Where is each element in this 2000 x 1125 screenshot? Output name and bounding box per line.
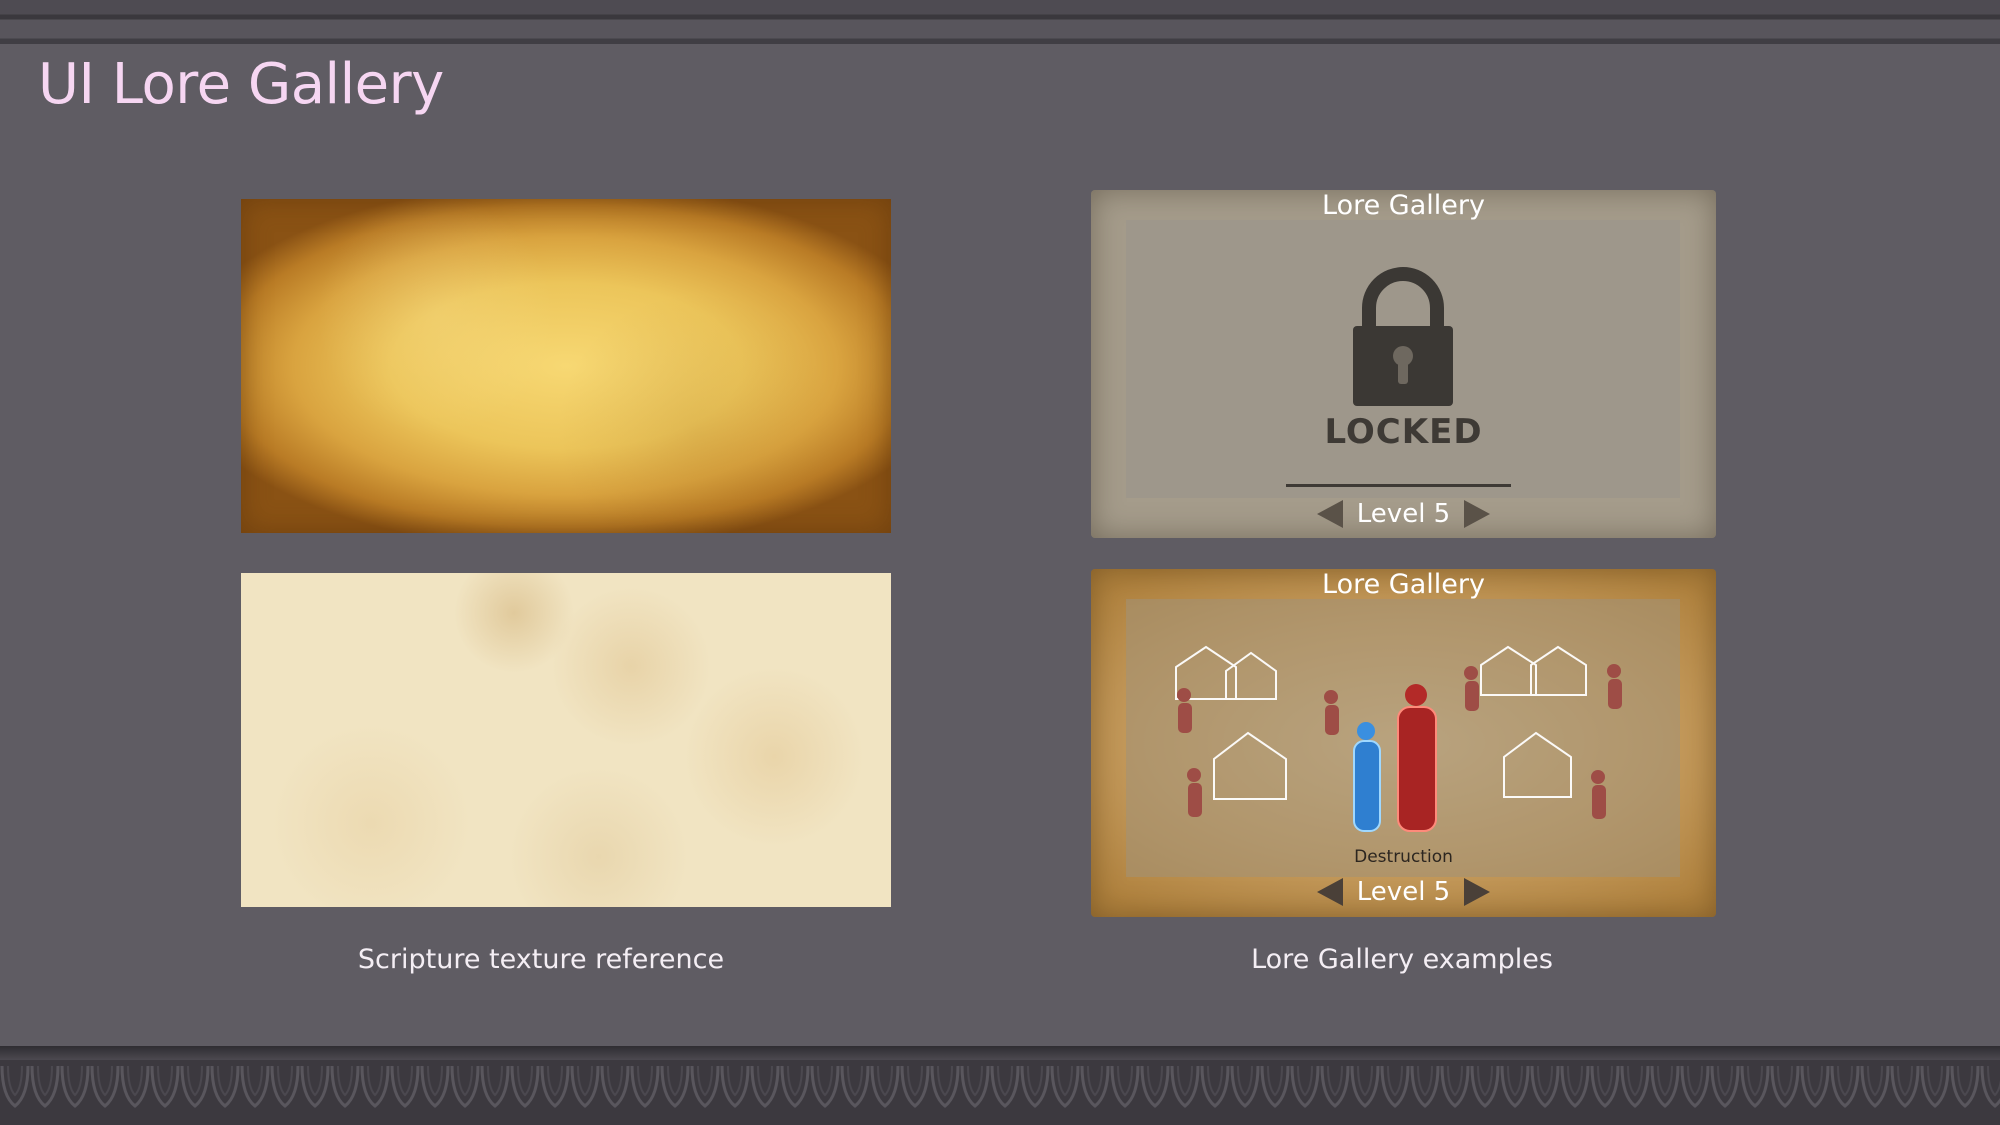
scalloped-trim-ornament (0, 1062, 2000, 1125)
texture-reference-caption: Scripture texture reference (357, 944, 725, 975)
previous-level-arrow-icon[interactable] (1316, 499, 1343, 528)
parchment-texture-image (241, 573, 891, 907)
previous-level-arrow-icon[interactable] (1316, 877, 1343, 906)
bottom-frame-border (0, 1046, 2000, 1125)
card-title: Lore Gallery (1322, 569, 1485, 600)
bottom-frame-band (0, 1046, 2000, 1060)
lore-gallery-unlocked-card: Lore Gallery Destruction Level 5 (1091, 569, 1716, 917)
page-title: UI Lore Gallery (38, 52, 444, 117)
level-selector: Level 5 (1091, 498, 1716, 532)
level-label: Level 5 (1356, 876, 1451, 907)
next-level-arrow-icon[interactable] (1464, 877, 1491, 906)
card-title: Lore Gallery (1322, 190, 1485, 221)
locked-status-label: LOCKED (1324, 412, 1483, 452)
gold-texture-image (241, 199, 891, 533)
level-selector: Level 5 (1091, 876, 1716, 910)
padlock-icon (1353, 267, 1453, 406)
lore-gallery-locked-card: Lore Gallery LOCKED Level 5 (1091, 190, 1716, 538)
level-divider (1286, 484, 1511, 487)
top-frame-border (0, 0, 2000, 44)
next-level-arrow-icon[interactable] (1464, 499, 1491, 528)
illustration-caption: Destruction (1354, 847, 1453, 867)
level-label: Level 5 (1356, 498, 1451, 529)
lore-gallery-examples-caption: Lore Gallery examples (1251, 944, 1553, 975)
destruction-illustration (1175, 645, 1622, 832)
